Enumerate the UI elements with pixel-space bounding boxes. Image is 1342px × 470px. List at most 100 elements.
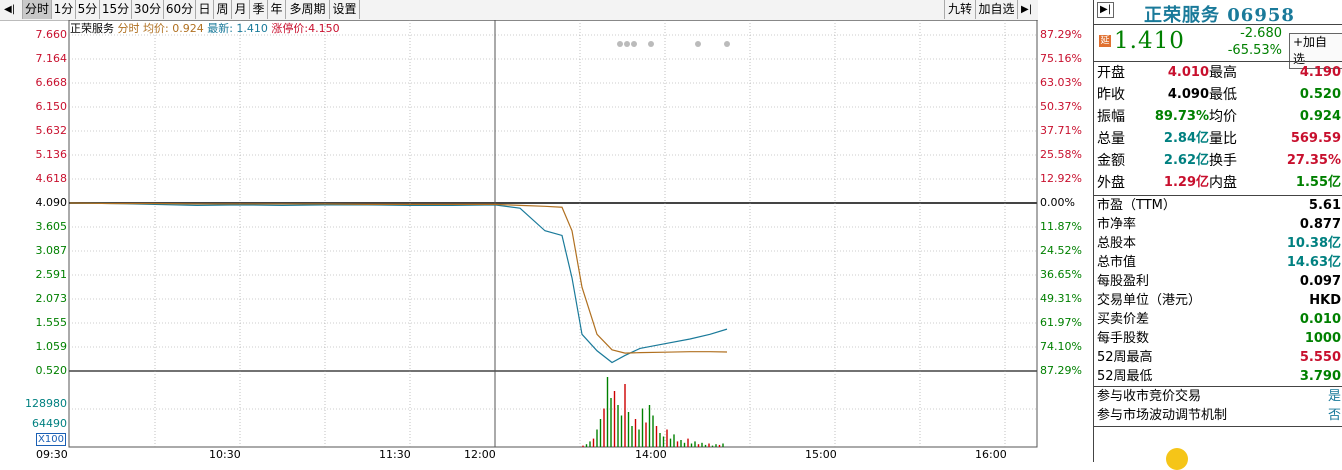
event-marker-icon	[695, 41, 701, 47]
stat-value: 1.29亿	[1163, 175, 1209, 190]
flag-row: 参与市场波动调节机制 否	[1097, 406, 1341, 425]
jiuzhuan-button[interactable]: 九转	[944, 0, 976, 19]
add-watchlist-toolbar-button[interactable]: 加自选	[976, 0, 1018, 19]
volume-tick: 128980	[25, 397, 67, 410]
stat-label: 均价	[1209, 109, 1237, 125]
stat-value: 2.62亿	[1163, 153, 1209, 168]
fundamental-row: 市盈（TTM） 5.61	[1097, 196, 1341, 215]
fundamental-label: 市盈（TTM）	[1097, 198, 1176, 213]
fundamental-label: 52周最高	[1097, 350, 1153, 365]
legend-stock-name: 正荣服务	[70, 22, 114, 35]
event-marker-icon	[617, 41, 623, 47]
sun-icon	[1166, 448, 1188, 470]
fundamental-row: 市净率 0.877	[1097, 215, 1341, 234]
prev-arrow-icon[interactable]: ◀|	[4, 2, 15, 17]
legend-mode: 分时	[117, 22, 140, 35]
pct-tick: 37.71%	[1040, 124, 1082, 137]
time-label: 09:30	[36, 448, 68, 461]
stat-value: 89.73%	[1154, 109, 1209, 124]
fundamental-label: 总股本	[1097, 236, 1137, 251]
stat-row: 振幅 89.73% 均价 0.924	[1097, 106, 1341, 128]
legend-avg-price: 均价: 0.924	[143, 22, 204, 35]
tab-4[interactable]: 30分	[132, 0, 164, 19]
stat-value: 0.520	[1299, 87, 1341, 102]
time-label: 12:00	[464, 448, 496, 461]
fundamental-row: 买卖价差 0.010	[1097, 310, 1341, 329]
fundamental-row: 交易单位（港元） HKD	[1097, 291, 1341, 310]
price-tick: 7.660	[35, 28, 68, 41]
stat-label: 换手	[1209, 153, 1237, 169]
stat-value: 4.090	[1167, 87, 1209, 102]
time-label: 14:00	[635, 448, 667, 461]
event-marker-icon	[631, 41, 637, 47]
legend-last-price: 最新: 1.410	[207, 22, 268, 35]
fundamental-label: 交易单位（港元）	[1097, 293, 1202, 308]
fundamental-value: 14.63亿	[1286, 255, 1341, 270]
fundamental-value: HKD	[1309, 293, 1341, 308]
price-tick: 0.520	[35, 364, 68, 377]
pct-tick: 36.65%	[1040, 268, 1082, 281]
tab-12[interactable]: 设置	[330, 0, 360, 19]
time-label: 15:00	[805, 448, 837, 461]
fundamental-label: 总市值	[1097, 255, 1137, 270]
chart-legend: 正荣服务 分时 均价: 0.924 最新: 1.410 涨停价:4.150	[70, 23, 340, 35]
stat-label: 最低	[1209, 87, 1237, 103]
stat-label: 最高	[1209, 65, 1237, 81]
pct-tick: 49.31%	[1040, 292, 1082, 305]
stat-label: 外盘	[1097, 175, 1125, 191]
price-tick: 4.090	[35, 196, 68, 209]
fundamental-row: 52周最低 3.790	[1097, 367, 1341, 386]
volume-unit-button[interactable]: X100	[36, 433, 66, 446]
price-tick: 6.668	[35, 76, 68, 89]
pct-tick: 11.87%	[1040, 220, 1082, 233]
tab-10[interactable]: 年	[268, 0, 286, 19]
tab-9[interactable]: 季	[250, 0, 268, 19]
tab-8[interactable]: 月	[232, 0, 250, 19]
stat-value: 4.010	[1167, 65, 1209, 80]
tab-3[interactable]: 15分	[100, 0, 132, 19]
tab-5[interactable]: 60分	[164, 0, 196, 19]
price-tick: 1.555	[35, 316, 68, 329]
event-marker-icon	[648, 41, 654, 47]
price-tick: 2.591	[35, 268, 68, 281]
intraday-chart[interactable]	[0, 20, 1090, 462]
stat-label: 开盘	[1097, 65, 1125, 81]
fundamental-row: 每手股数 1000	[1097, 329, 1341, 348]
price-tick: 3.087	[35, 244, 68, 257]
flag-row: 参与收市竞价交易 是	[1097, 387, 1341, 406]
fundamental-row: 总股本 10.38亿	[1097, 234, 1341, 253]
tab-7[interactable]: 周	[214, 0, 232, 19]
fundamental-value: 5.550	[1299, 350, 1341, 365]
next-arrow-icon[interactable]: ▶|	[1021, 2, 1032, 17]
pct-tick: 12.92%	[1040, 172, 1082, 185]
stat-value: 1.55亿	[1295, 175, 1341, 190]
flag-label: 参与市场波动调节机制	[1097, 408, 1228, 423]
price-change-pct: -65.53%	[1227, 43, 1282, 58]
fundamental-value: 0.097	[1299, 274, 1341, 289]
panel-toggle-icon[interactable]: ▶|	[1097, 2, 1115, 18]
time-label: 16:00	[975, 448, 1007, 461]
fundamental-row: 52周最高 5.550	[1097, 348, 1341, 367]
pct-tick: 87.29%	[1040, 364, 1082, 377]
tab-11[interactable]: 多周期	[286, 0, 330, 19]
quote-panel: ▶| 正荣服务 06958 延 1.410 -2.680 -65.53% +加自…	[1093, 0, 1342, 470]
stat-row: 总量 2.84亿 量比 569.59	[1097, 128, 1341, 150]
stock-code: 06958	[1227, 5, 1295, 26]
pct-tick: 24.52%	[1040, 244, 1082, 257]
stat-label: 金额	[1097, 153, 1125, 169]
tab-6[interactable]: 日	[196, 0, 214, 19]
fundamental-value: 0.877	[1299, 217, 1341, 232]
tab-0[interactable]: 分时	[22, 0, 52, 19]
time-label: 10:30	[209, 448, 241, 461]
fundamental-value: 3.790	[1299, 369, 1341, 384]
stat-value: 27.35%	[1286, 153, 1341, 168]
time-label: 11:30	[379, 448, 411, 461]
fundamental-label: 52周最低	[1097, 369, 1153, 384]
tab-2[interactable]: 5分	[76, 0, 100, 19]
tab-1[interactable]: 1分	[52, 0, 76, 19]
pct-tick: 0.00%	[1040, 196, 1075, 209]
stat-label: 昨收	[1097, 87, 1125, 103]
fundamental-value: 0.010	[1299, 312, 1341, 327]
stat-value: 2.84亿	[1163, 131, 1209, 146]
fundamental-label: 每手股数	[1097, 331, 1150, 346]
